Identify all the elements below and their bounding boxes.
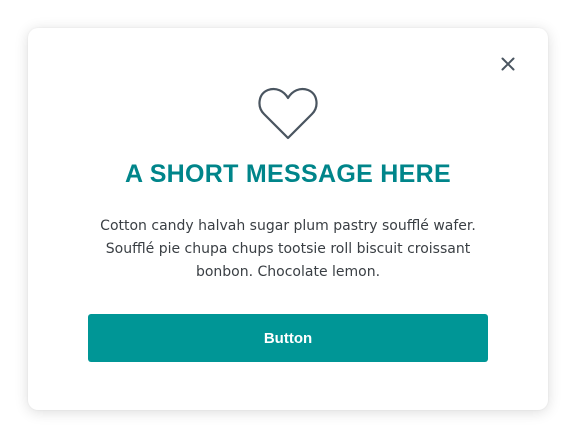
heart-icon xyxy=(258,87,318,140)
close-button[interactable] xyxy=(496,52,520,76)
modal-message: Cotton candy halvah sugar plum pastry so… xyxy=(100,218,476,280)
modal-title: A SHORT MESSAGE HERE xyxy=(125,160,451,188)
primary-button[interactable]: Button xyxy=(88,314,488,362)
close-icon xyxy=(501,57,515,71)
modal-dialog: A SHORT MESSAGE HERE Cotton candy halvah… xyxy=(28,28,548,410)
